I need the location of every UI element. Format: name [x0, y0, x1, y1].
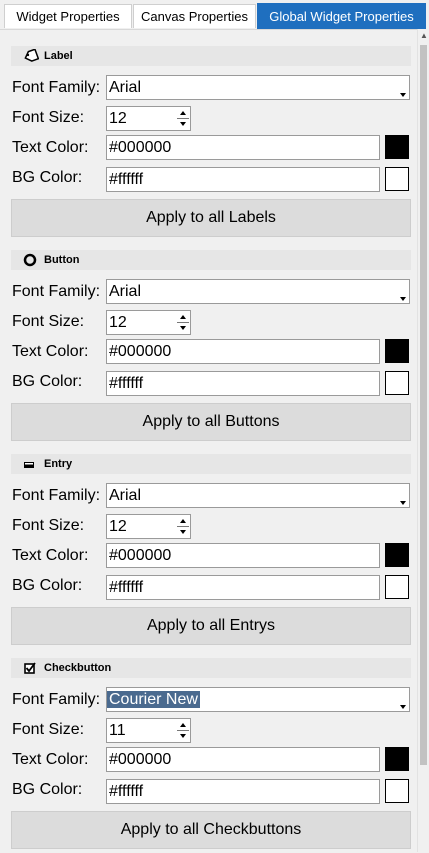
font-family-select[interactable]: Arial — [106, 483, 410, 508]
section-label: Label Font Family: Arial Font Size: 12 T… — [0, 30, 417, 240]
circle-icon — [23, 253, 39, 267]
section-checkbutton: Checkbutton Font Family: Courier New Fon… — [0, 642, 417, 853]
section-button: Button Font Family: Arial Font Size: 12 … — [0, 234, 417, 444]
font-size-value: 12 — [109, 110, 127, 127]
bg-color-label: BG Color: — [12, 781, 83, 798]
section-header-entry: Entry — [11, 454, 411, 474]
text-color-label: Text Color: — [12, 547, 89, 564]
font-family-value: Arial — [109, 79, 142, 96]
spin-arrows-icon[interactable] — [177, 313, 189, 332]
spin-arrows-icon[interactable] — [177, 721, 189, 740]
text-color-input[interactable]: #000000 — [106, 747, 380, 772]
spin-arrows-icon[interactable] — [177, 109, 189, 128]
apply-all-buttons-button[interactable]: Apply to all Buttons — [11, 403, 411, 441]
tab-canvas-properties[interactable]: Canvas Properties — [133, 4, 256, 28]
text-color-input[interactable]: #000000 — [106, 135, 380, 160]
bg-color-input[interactable]: #ffffff — [106, 575, 380, 600]
font-family-select[interactable]: Courier New — [106, 687, 410, 712]
bg-color-input[interactable]: #ffffff — [106, 779, 380, 804]
font-size-spinbox[interactable]: 12 — [106, 106, 191, 131]
bg-color-label: BG Color: — [12, 577, 83, 594]
section-header-button: Button — [11, 250, 411, 270]
tab-bar: Widget Properties Canvas Properties Glob… — [0, 0, 429, 29]
font-size-label: Font Size: — [12, 721, 85, 738]
font-family-label: Font Family: — [12, 79, 101, 96]
text-color-label: Text Color: — [12, 751, 89, 768]
tag-icon — [23, 48, 40, 63]
checkbox-icon — [23, 661, 39, 675]
font-size-spinbox[interactable]: 12 — [106, 310, 191, 335]
bg-color-swatch[interactable] — [385, 371, 409, 395]
font-family-value: Arial — [109, 487, 142, 504]
text-color-swatch[interactable] — [385, 135, 409, 159]
font-size-label: Font Size: — [12, 313, 85, 330]
font-family-label: Font Family: — [12, 283, 101, 300]
text-color-label: Text Color: — [12, 139, 89, 156]
section-title: Checkbutton — [44, 662, 112, 674]
section-title: Label — [44, 50, 73, 62]
text-color-swatch[interactable] — [385, 339, 409, 363]
section-entry: Entry Font Family: Arial Font Size: 12 T… — [0, 438, 417, 648]
font-family-value: Arial — [109, 283, 142, 300]
text-color-swatch[interactable] — [385, 543, 409, 567]
text-color-swatch[interactable] — [385, 747, 409, 771]
apply-all-labels-button[interactable]: Apply to all Labels — [11, 199, 411, 237]
font-family-value: Courier New — [107, 691, 200, 708]
font-family-select[interactable]: Arial — [106, 75, 410, 100]
font-size-value: 12 — [109, 314, 127, 331]
text-color-input[interactable]: #000000 — [106, 339, 380, 364]
bg-color-input[interactable]: #ffffff — [106, 167, 380, 192]
tab-global-widget-properties[interactable]: Global Widget Properties — [257, 3, 426, 29]
font-size-label: Font Size: — [12, 517, 85, 534]
font-size-spinbox[interactable]: 12 — [106, 514, 191, 539]
font-size-label: Font Size: — [12, 109, 85, 126]
global-properties-panel: Label Font Family: Arial Font Size: 12 T… — [0, 29, 417, 853]
font-family-label: Font Family: — [12, 691, 101, 708]
scroll-thumb[interactable] — [420, 45, 427, 765]
bg-color-input[interactable]: #ffffff — [106, 371, 380, 396]
text-color-input[interactable]: #000000 — [106, 543, 380, 568]
bg-color-swatch[interactable] — [385, 779, 409, 803]
font-size-spinbox[interactable]: 11 — [106, 718, 191, 743]
apply-all-entrys-button[interactable]: Apply to all Entrys — [11, 607, 411, 645]
section-title: Entry — [44, 458, 73, 470]
font-family-label: Font Family: — [12, 487, 101, 504]
vertical-scrollbar[interactable]: ▲ — [417, 29, 429, 852]
bg-color-swatch[interactable] — [385, 167, 409, 191]
scroll-up-icon[interactable]: ▲ — [419, 31, 429, 41]
text-color-label: Text Color: — [12, 343, 89, 360]
bg-color-swatch[interactable] — [385, 575, 409, 599]
bg-color-label: BG Color: — [12, 373, 83, 390]
bg-color-label: BG Color: — [12, 169, 83, 186]
tab-widget-properties[interactable]: Widget Properties — [4, 4, 132, 28]
font-size-value: 12 — [109, 518, 127, 535]
section-header-checkbutton: Checkbutton — [11, 658, 411, 678]
apply-all-checkbuttons-button[interactable]: Apply to all Checkbuttons — [11, 811, 411, 849]
section-title: Button — [44, 254, 80, 266]
entry-icon — [23, 457, 39, 471]
spin-arrows-icon[interactable] — [177, 517, 189, 536]
section-header-label: Label — [11, 46, 411, 66]
font-family-select[interactable]: Arial — [106, 279, 410, 304]
font-size-value: 11 — [109, 722, 126, 739]
